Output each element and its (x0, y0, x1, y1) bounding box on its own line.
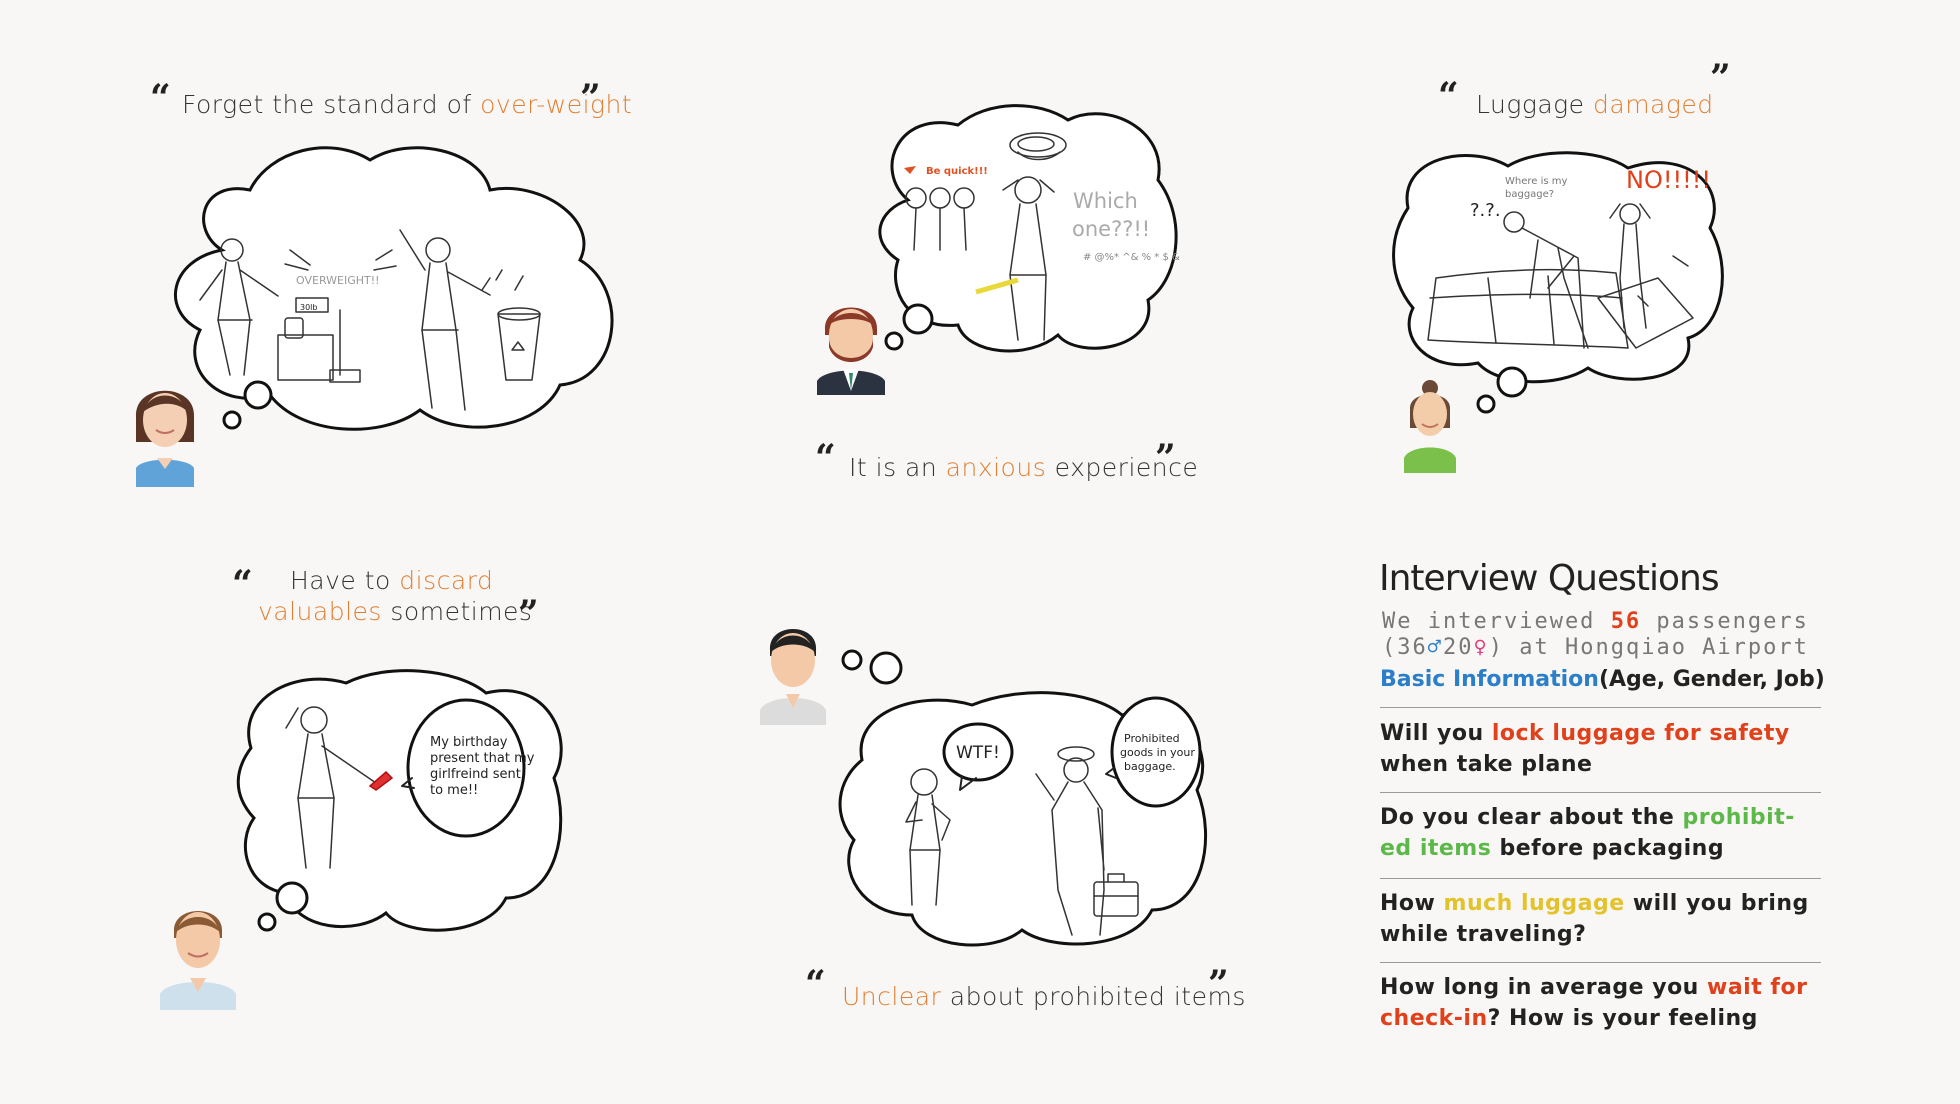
open-quote-mark: “ (232, 563, 253, 605)
quote-text: Have to (290, 566, 400, 595)
summary-text: passengers (1641, 609, 1809, 634)
baggage-label: baggage? (1505, 189, 1554, 200)
avatar-woman-green (1404, 380, 1456, 473)
speech-line: My birthday (430, 735, 508, 750)
question-highlight: prohibit- (1682, 805, 1795, 830)
interview-summary-line1: We interviewed 56 passengers (1382, 609, 1809, 635)
question-highlight: wait for (1707, 975, 1808, 1000)
question-highlight: check-in (1380, 1006, 1488, 1031)
thought-dots (841, 649, 903, 685)
quote-discard-line2: valuables sometimes (258, 597, 532, 626)
summary-text: 20 (1443, 635, 1474, 660)
symbols-label: # @%* ^& % * $ & (1083, 252, 1180, 263)
divider (1380, 707, 1821, 708)
question-text: How (1380, 891, 1444, 916)
quote-text: Forget the standard of (182, 90, 481, 119)
quote-highlight: anxious (945, 453, 1047, 482)
scale-label: 30lb (300, 303, 317, 312)
speech-line: goods in your (1120, 746, 1195, 759)
avatar-man-black-hair (760, 629, 826, 725)
question-checkin-wait: How long in average you wait for check-i… (1380, 972, 1820, 1034)
thought-bubble-damaged: Where is my baggage? ?.?. NO!!!!! (1392, 151, 1724, 384)
close-quote-mark: ” (1155, 437, 1176, 479)
question-lock-luggage: Will you lock luggage for safety when ta… (1380, 718, 1820, 780)
question-text: ? How is your feeling (1487, 1006, 1758, 1031)
thought-dots (1476, 366, 1528, 414)
thought-dots (884, 303, 934, 351)
one-label: one??!! (1072, 217, 1150, 241)
quote-anxious: It is an anxious experience (849, 453, 1198, 482)
thought-dots (222, 380, 273, 430)
question-highlight: ed items (1380, 836, 1492, 861)
question-text: How long in average you (1380, 975, 1708, 1000)
male-icon: ♂ (1427, 635, 1443, 660)
quote-text: Luggage (1476, 90, 1593, 119)
summary-text: ) at Hongqiao Airport (1488, 635, 1809, 660)
speech-line: girlfreind sent (430, 767, 521, 782)
quote-overweight: Forget the standard of over-weight (182, 90, 632, 119)
quote-highlight: over-weight (480, 90, 633, 119)
quote-text: about prohibited items (941, 982, 1246, 1011)
speech-line: present that my (430, 751, 535, 766)
quote-text: It is an (849, 453, 946, 482)
summary-text: We interviewed (1382, 609, 1611, 634)
question-prohibited-items: Do you clear about the prohibit- ed item… (1380, 802, 1820, 864)
open-quote-mark: “ (815, 437, 836, 479)
basic-info-label: Basic Information (1380, 667, 1599, 692)
question-text: while traveling? (1380, 922, 1587, 947)
quote-highlight: valuables (258, 597, 382, 626)
open-quote-mark: “ (805, 963, 826, 1005)
avatar-woman-blue (135, 390, 195, 487)
thought-dots (257, 881, 309, 932)
close-quote-mark: ” (518, 593, 539, 635)
divider (1380, 962, 1821, 963)
quote-highlight: damaged (1593, 90, 1714, 119)
question-highlight: lock luggage for safety (1491, 721, 1790, 746)
avatar-man-brown (160, 911, 236, 1010)
summary-text: (36 (1382, 635, 1428, 660)
speech-line: baggage. (1124, 760, 1176, 773)
avatar-bearded-man (817, 307, 885, 395)
be-quick-label: Be quick!!! (926, 166, 988, 177)
open-quote-mark: “ (1438, 75, 1459, 117)
speech-line: to me!! (430, 783, 478, 798)
open-quote-mark: “ (150, 77, 171, 119)
overweight-label: OVERWEIGHT!! (296, 274, 380, 287)
which-label: Which (1073, 189, 1138, 213)
quote-damaged: Luggage damaged (1476, 90, 1714, 119)
basic-info-detail: (Age, Gender, Job) (1598, 667, 1825, 692)
wtf-label: WTF! (956, 743, 1000, 763)
question-text: before packaging (1491, 836, 1725, 861)
quote-text: sometimes (381, 597, 533, 626)
interview-title: Interview Questions (1379, 558, 1720, 599)
where-label: Where is my (1505, 176, 1568, 187)
interview-summary-line2: (36♂20♀) at Hongqiao Airport (1382, 635, 1809, 661)
close-quote-mark: ” (580, 77, 601, 119)
question-text: when take plane (1380, 752, 1593, 777)
divider (1380, 878, 1821, 879)
divider (1380, 792, 1821, 793)
basic-information: Basic Information(Age, Gender, Job) (1380, 667, 1825, 692)
female-icon: ♀ (1473, 635, 1489, 660)
quote-highlight: discard (399, 566, 494, 595)
speech-line: Prohibited (1124, 732, 1180, 745)
quote-unclear: Unclear about prohibited items (842, 982, 1246, 1011)
passenger-count: 56 (1610, 609, 1642, 634)
question-highlight: much luggage (1443, 891, 1625, 916)
question-text: Do you clear about the (1380, 805, 1683, 830)
thought-bubble-prohibited: WTF! Prohibited goods in your baggage. (838, 691, 1208, 947)
question-text: Will you (1380, 721, 1492, 746)
quote-discard-line1: Have to discard (290, 566, 493, 595)
question-text: will you bring (1624, 891, 1809, 916)
quote-highlight: Unclear (842, 982, 942, 1011)
no-exclaim: NO!!!!! (1626, 166, 1711, 194)
close-quote-mark: ” (1208, 963, 1229, 1005)
question-marks: ?.?. (1470, 200, 1501, 221)
close-quote-mark: ” (1710, 57, 1731, 99)
question-luggage-amount: How much luggage will you bring while tr… (1380, 888, 1820, 950)
